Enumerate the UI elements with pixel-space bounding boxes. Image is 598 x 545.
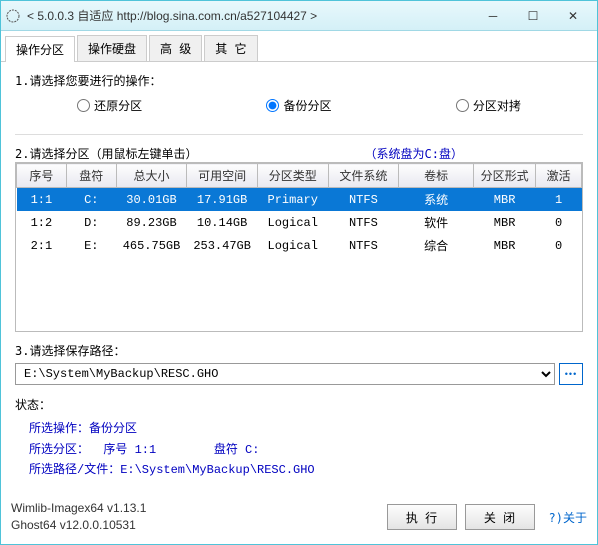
footer-close-button[interactable]: 关 闭: [465, 504, 535, 530]
tab-2[interactable]: 高 级: [149, 35, 202, 61]
maximize-button[interactable]: ☐: [513, 6, 553, 26]
operation-radio-0[interactable]: 还原分区: [77, 97, 142, 114]
table-header[interactable]: 文件系统: [328, 164, 399, 188]
table-header[interactable]: 盘符: [66, 164, 116, 188]
system-disk-hint: （系统盘为C:盘）: [365, 145, 463, 162]
table-row[interactable]: 2:1E:465.75GB253.47GBLogicalNTFS综合MBR0: [17, 234, 582, 257]
footer: Wimlib-Imagex64 v1.13.1 Ghost64 v12.0.0.…: [1, 494, 597, 544]
close-button[interactable]: ✕: [553, 6, 593, 26]
about-link[interactable]: ?)关于: [549, 509, 587, 526]
divider: [15, 134, 583, 135]
tab-1[interactable]: 操作硬盘: [77, 35, 147, 61]
minimize-button[interactable]: ─: [473, 6, 513, 26]
section1-label: 1.请选择您要进行的操作：: [15, 72, 583, 89]
status-line: 所选分区： 序号 1:1 盘符 C:: [29, 440, 583, 460]
table-header[interactable]: 卷标: [399, 164, 474, 188]
version-wimlib: Wimlib-Imagex64 v1.13.1: [11, 500, 379, 517]
section3-label: 3.请选择保存路径：: [15, 342, 583, 359]
table-row[interactable]: 1:1C:30.01GB17.91GBPrimaryNTFS系统MBR1: [17, 188, 582, 212]
titlebar[interactable]: < 5.0.0.3 自适应 http://blog.sina.com.cn/a5…: [1, 1, 597, 31]
operation-radio-1[interactable]: 备份分区: [266, 97, 331, 114]
operation-radio-2[interactable]: 分区对拷: [456, 97, 521, 114]
tab-bar: 操作分区操作硬盘高 级其 它: [1, 31, 597, 62]
operation-radio-group: 还原分区 备份分区 分区对拷: [15, 93, 583, 124]
status-line: 所选路径/文件：E:\System\MyBackup\RESC.GHO: [29, 460, 583, 480]
status-section: 状态： 所选操作：备份分区所选分区： 序号 1:1 盘符 C:所选路径/文件：E…: [15, 395, 583, 481]
table-header[interactable]: 序号: [17, 164, 67, 188]
table-header-row: 序号盘符总大小可用空间分区类型文件系统卷标分区形式激活: [17, 164, 582, 188]
execute-button[interactable]: 执 行: [387, 504, 457, 530]
tab-3[interactable]: 其 它: [204, 35, 257, 61]
save-path-input[interactable]: E:\System\MyBackup\RESC.GHO: [15, 363, 555, 385]
table-header[interactable]: 分区类型: [257, 164, 328, 188]
version-ghost: Ghost64 v12.0.0.10531: [11, 517, 379, 534]
version-info: Wimlib-Imagex64 v1.13.1 Ghost64 v12.0.0.…: [11, 500, 379, 534]
table-header[interactable]: 激活: [536, 164, 582, 188]
section-operation: 1.请选择您要进行的操作： 还原分区 备份分区 分区对拷: [15, 72, 583, 124]
operation-radio-input-1[interactable]: [266, 99, 279, 112]
table-header[interactable]: 总大小: [116, 164, 187, 188]
section-partition: 2.请选择分区（用鼠标左键单击） （系统盘为C:盘） 序号盘符总大小可用空间分区…: [15, 145, 583, 332]
operation-radio-input-2[interactable]: [456, 99, 469, 112]
table-row[interactable]: 1:2D:89.23GB10.14GBLogicalNTFS软件MBR0: [17, 211, 582, 234]
content-area: 1.请选择您要进行的操作： 还原分区 备份分区 分区对拷 2.请选择分区（用鼠标左键…: [1, 62, 597, 494]
section-path: 3.请选择保存路径： E:\System\MyBackup\RESC.GHO •…: [15, 342, 583, 385]
browse-button[interactable]: •••: [559, 363, 583, 385]
section2-label: 2.请选择分区（用鼠标左键单击）: [15, 145, 197, 162]
app-icon: [5, 8, 21, 24]
operation-radio-input-0[interactable]: [77, 99, 90, 112]
table-body: 1:1C:30.01GB17.91GBPrimaryNTFS系统MBR11:2D…: [17, 188, 582, 258]
partition-table-container: 序号盘符总大小可用空间分区类型文件系统卷标分区形式激活 1:1C:30.01GB…: [15, 162, 583, 332]
status-line: 所选操作：备份分区: [29, 419, 583, 439]
partition-table[interactable]: 序号盘符总大小可用空间分区类型文件系统卷标分区形式激活 1:1C:30.01GB…: [16, 163, 582, 257]
main-window: < 5.0.0.3 自适应 http://blog.sina.com.cn/a5…: [0, 0, 598, 545]
tab-0[interactable]: 操作分区: [5, 36, 75, 62]
table-header[interactable]: 可用空间: [187, 164, 258, 188]
table-header[interactable]: 分区形式: [473, 164, 535, 188]
window-title: < 5.0.0.3 自适应 http://blog.sina.com.cn/a5…: [27, 7, 473, 24]
status-label: 状态：: [15, 395, 583, 415]
